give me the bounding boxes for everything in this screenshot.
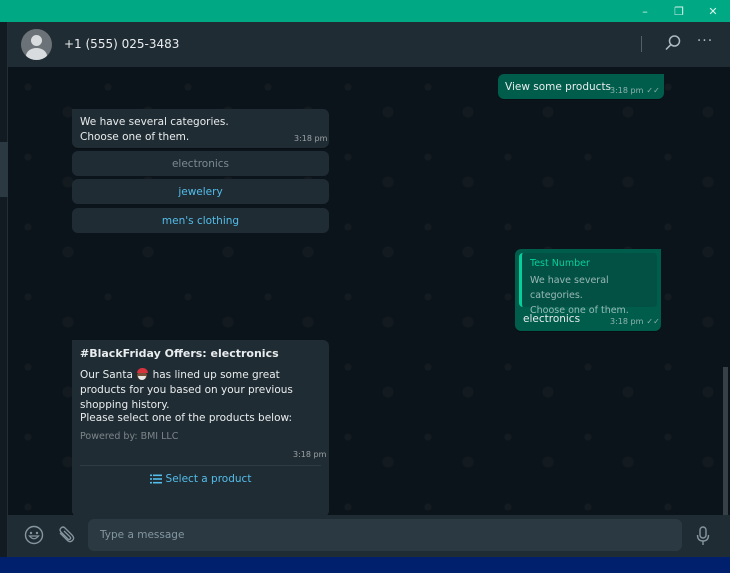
message-title: #BlackFriday Offers: electronics [80,347,279,360]
avatar-head [31,35,42,46]
scrollbar[interactable] [723,367,728,515]
message-outgoing-reply: Test Number We have several categories. … [515,249,661,331]
message-time: 3:18 pm [294,134,328,143]
quick-reply-electronics[interactable]: electronics [72,151,329,176]
contact-name[interactable]: +1 (555) 025-3483 [64,37,179,51]
santa-emoji-icon [136,368,149,380]
message-instruction: Please select one of the products below: [80,412,293,424]
message-incoming: We have several categories. Choose one o… [72,109,329,148]
title-bar: – ❐ ✕ [0,0,730,22]
message-text: electronics [523,313,581,325]
message-time: 3:18 pm [293,450,327,459]
quote-author: Test Number [530,258,590,269]
header-divider [641,36,642,52]
quick-reply-jewelery[interactable]: jewelery [72,179,329,204]
quick-reply-mens-clothing[interactable]: men's clothing [72,208,329,233]
quoted-message[interactable]: Test Number We have several categories. … [519,253,657,316]
avatar[interactable] [21,29,52,60]
more-options-icon[interactable]: ··· [694,33,716,53]
minimize-button[interactable]: – [628,0,662,22]
close-button[interactable]: ✕ [696,0,730,22]
message-text: View some products [505,81,612,93]
message-list-offer: #BlackFriday Offers: electronics Our San… [72,340,329,515]
chat-app: +1 (555) 025-3483 ··· View some products… [0,22,730,557]
select-product-label: Select a product [165,473,252,485]
time-text: 3:18 pm [610,86,644,95]
microphone-icon[interactable] [694,525,712,547]
emoji-icon[interactable] [24,525,44,545]
message-time: 3:18 pm ✓✓ [610,86,660,95]
message-list: View some products 3:18 pm ✓✓ We have sev… [8,67,730,515]
message-input[interactable] [88,519,682,551]
avatar-body [26,48,47,60]
attachment-icon[interactable] [56,525,76,545]
quote-line: We have several categories. [530,275,609,301]
quote-text: We have several categories. Choose one o… [530,273,657,318]
taskbar [0,557,730,573]
message-footer: Powered by: BMI LLC [80,431,179,442]
message-line: Choose one of them. [80,131,190,143]
message-time: 3:18 pm ✓✓ [610,317,660,326]
divider [80,465,321,466]
sidebar-edge [0,22,8,557]
message-body: Our Santa has lined up some great produc… [80,368,325,413]
message-text: We have several categories. Choose one o… [80,115,229,145]
message-outgoing: View some products 3:18 pm ✓✓ [498,74,664,99]
chat-header: +1 (555) 025-3483 ··· [8,22,730,67]
list-icon [149,474,162,484]
read-receipt-icon: ✓✓ [646,317,660,326]
maximize-button[interactable]: ❐ [662,0,696,22]
time-text: 3:18 pm [610,317,644,326]
body-text: Our Santa [80,369,133,381]
select-product-button[interactable]: Select a product [72,467,329,491]
sidebar-highlight [0,142,8,197]
read-receipt-icon: ✓✓ [646,86,660,95]
message-line: We have several categories. [80,116,229,128]
composer [8,515,730,557]
search-icon[interactable] [663,33,683,53]
